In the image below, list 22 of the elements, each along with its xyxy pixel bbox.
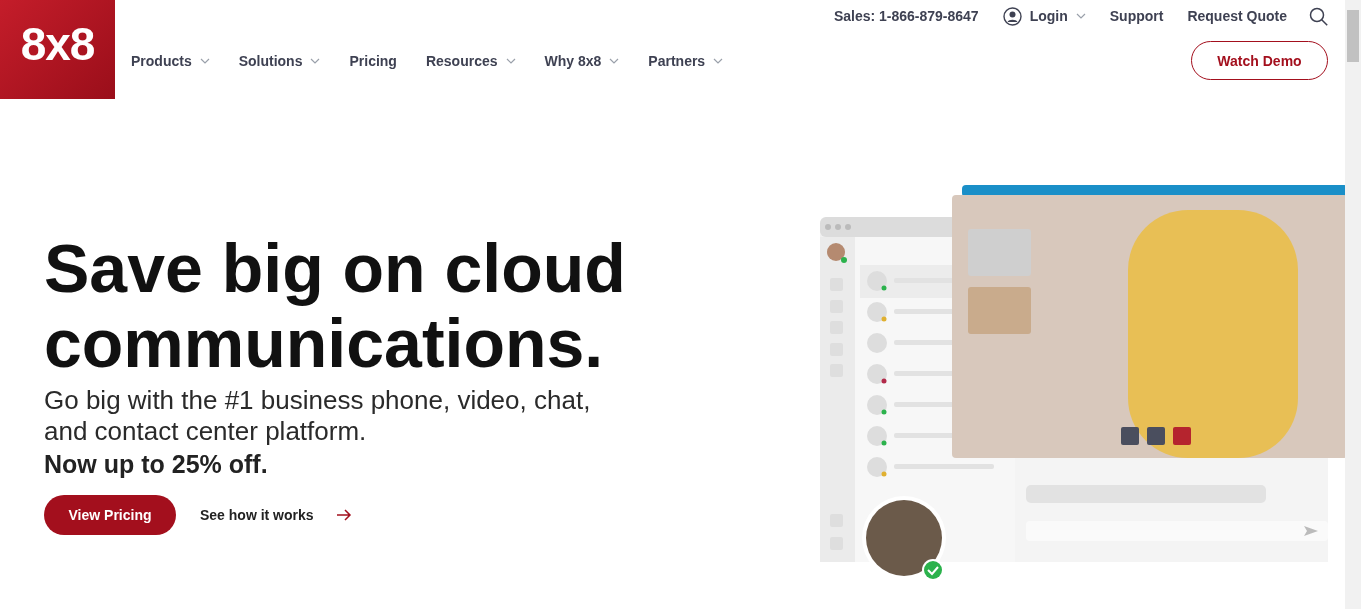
arrow-right-icon [335,509,352,521]
nav-link[interactable]: Why 8x8 [544,52,602,69]
chevron-down-icon [1075,13,1086,19]
hero-headline: Save big on cloud communications. [44,231,627,381]
utility-link[interactable]: Request Quote [1187,8,1287,24]
offer-text: Now up to 25% off. [44,450,269,479]
logo[interactable]: 8x8 [0,0,115,99]
login-link[interactable]: Login [1029,8,1068,24]
see-how-it-works-link[interactable]: See how it works [200,507,314,523]
nav-link[interactable]: Solutions [238,52,303,69]
utility-link[interactable]: Support [1109,8,1164,24]
view-pricing-button[interactable]: View Pricing [44,495,176,535]
scrollbar[interactable] [1345,0,1361,609]
nav-link[interactable]: Resources [425,52,498,69]
hero-subtitle: Go big with the #1 business phone, video, chat, and contact center platform. [44,385,592,447]
nav-link[interactable]: Partners [648,52,706,69]
nav-link[interactable]: Products [131,52,192,69]
search-icon[interactable] [1309,6,1328,26]
nav-link[interactable]: Pricing [349,52,397,69]
user-icon [1002,6,1022,26]
watch-demo-button[interactable]: Watch Demo [1191,41,1328,80]
sales-phone-link[interactable]: Sales: 1-866-879-8647 [833,8,979,24]
